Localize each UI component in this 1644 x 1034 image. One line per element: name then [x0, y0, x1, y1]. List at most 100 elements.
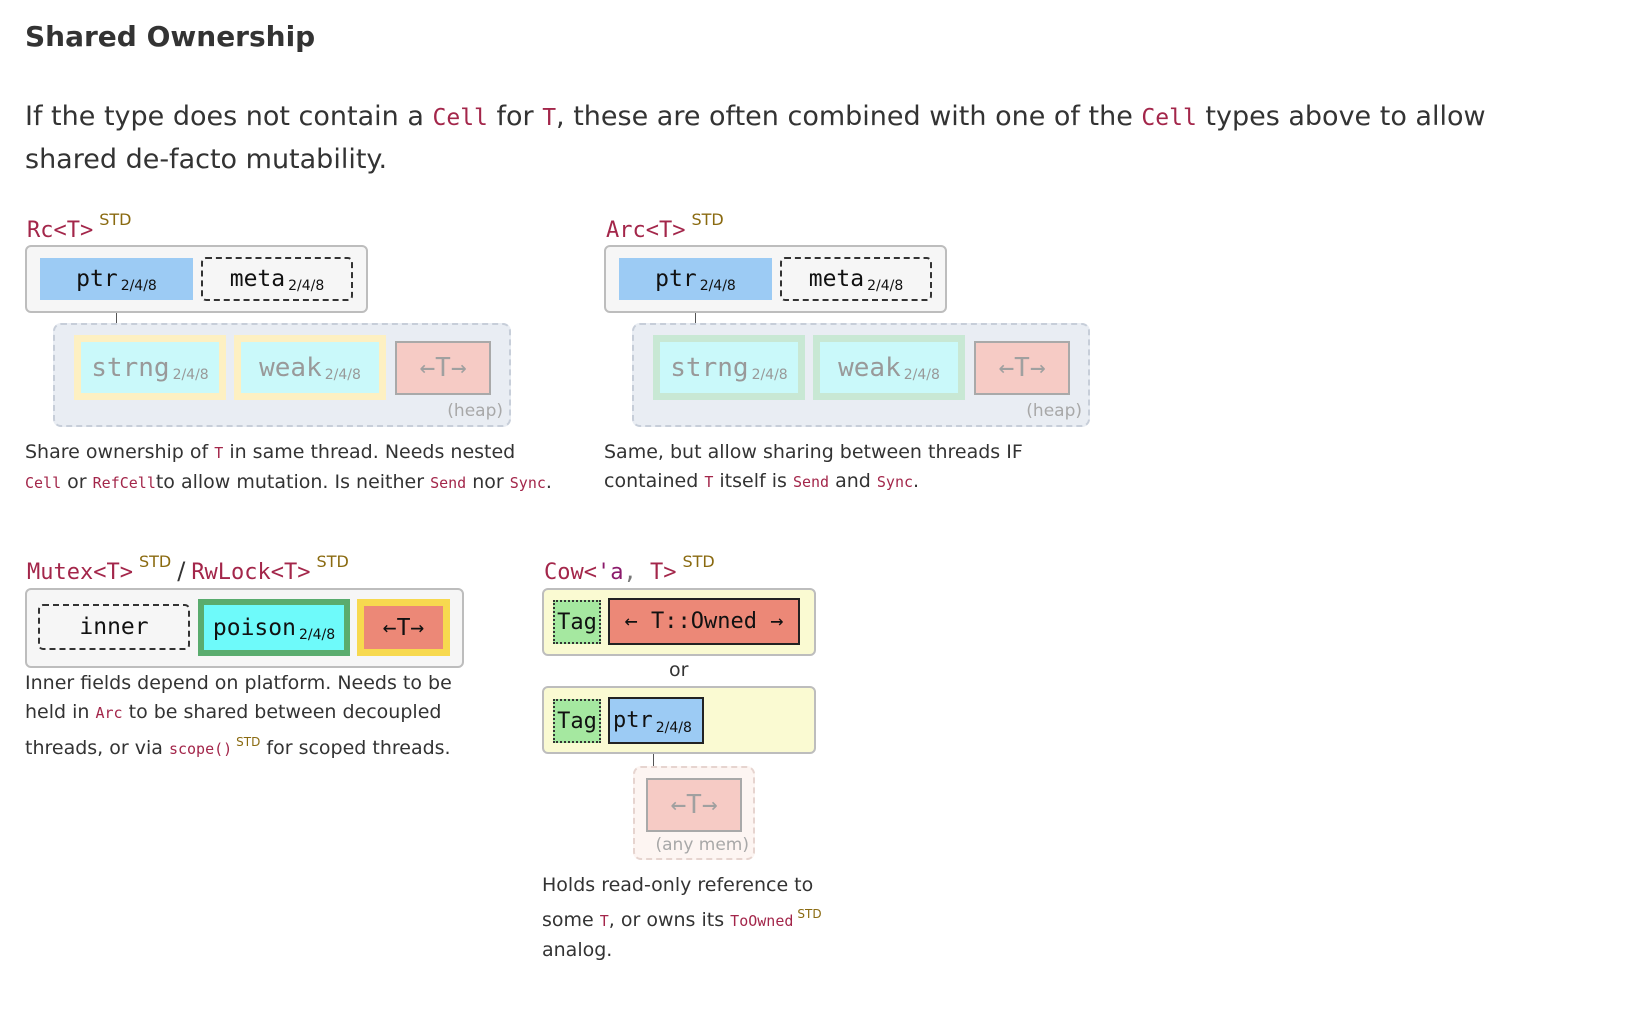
std-badge[interactable]: STD	[797, 907, 821, 921]
cow-lifetime: 'a	[596, 560, 624, 585]
cow-comma: ,	[623, 560, 637, 585]
field-label: meta	[808, 266, 865, 292]
rc-ptr-field: ptr 2/4/8	[40, 258, 193, 300]
code-cell[interactable]: Cell	[25, 474, 61, 492]
cow-or-label: or	[669, 659, 689, 681]
code-send[interactable]: Send	[430, 474, 466, 492]
desc-text: itself is	[713, 470, 793, 492]
any-mem-label: (any mem)	[655, 835, 750, 855]
cow-owned-field: ← T::Owned →	[608, 598, 800, 645]
field-label: ptr	[655, 266, 697, 292]
rc-weak-count: weak 2/4/8	[234, 335, 386, 400]
cow-tag-field: Tag	[553, 699, 601, 743]
intro-paragraph: If the type does not contain a Cell for …	[25, 96, 1585, 181]
rc-t-value: ←T→	[395, 341, 491, 395]
size-label: 2/4/8	[699, 278, 736, 294]
arc-strong-count: strng 2/4/8	[653, 335, 805, 400]
std-badge[interactable]: STD	[99, 210, 131, 229]
field-label: meta	[229, 266, 286, 292]
code-t[interactable]: T	[704, 473, 713, 491]
code-t: T	[542, 105, 557, 131]
field-label: weak	[259, 352, 322, 383]
field-label: poison	[212, 614, 296, 641]
mutex-inner-field: inner	[38, 604, 190, 650]
desc-text: .	[913, 470, 920, 492]
mutex-t-value: ←T→	[357, 599, 450, 656]
arc-meta-field: meta 2/4/8	[780, 257, 932, 301]
code-sync[interactable]: Sync	[877, 473, 913, 491]
field-label: ← T::Owned →	[624, 609, 784, 634]
rc-heading: Rc<T> STD	[27, 210, 131, 243]
desc-text: , or owns its	[608, 909, 731, 931]
size-label: 2/4/8	[172, 366, 209, 383]
field-label: strng	[670, 352, 749, 383]
code-sync[interactable]: Sync	[510, 474, 546, 492]
cow-tag-field: Tag	[553, 600, 601, 644]
arc-description: Same, but allow sharing between threads …	[604, 438, 1104, 497]
size-label: 2/4/8	[655, 719, 692, 736]
heading-separator: /	[177, 557, 186, 585]
code-cell: Cell	[1141, 105, 1197, 131]
rc-heading-text[interactable]: Rc<T>	[27, 218, 93, 243]
desc-text: or	[61, 471, 93, 493]
field-label: Tag	[557, 708, 597, 734]
std-badge[interactable]: STD	[317, 552, 349, 571]
desc-text: .	[545, 471, 552, 493]
size-label: 2/4/8	[903, 366, 940, 383]
desc-text: nor	[466, 471, 510, 493]
intro-text: If the type does not contain a	[25, 101, 433, 132]
t-arrow-label: ←T→	[670, 790, 718, 820]
rc-meta-field: meta 2/4/8	[201, 257, 353, 301]
std-badge[interactable]: STD	[236, 735, 260, 749]
size-label: 2/4/8	[298, 626, 336, 643]
std-badge[interactable]: STD	[691, 210, 723, 229]
rc-strong-count: strng 2/4/8	[74, 335, 226, 400]
std-badge[interactable]: STD	[682, 552, 714, 571]
code-scope[interactable]: scope()	[169, 740, 232, 758]
rwlock-heading-text[interactable]: RwLock<T>	[191, 560, 310, 585]
code-cell: Cell	[432, 105, 488, 131]
code-toowned[interactable]: ToOwned	[730, 912, 793, 930]
field-label: inner	[79, 614, 149, 640]
size-label: 2/4/8	[120, 278, 157, 294]
mutex-poison-field: poison 2/4/8	[198, 599, 350, 656]
size-label: 2/4/8	[324, 366, 361, 383]
size-label: 2/4/8	[288, 278, 325, 294]
mutex-description: Inner fields depend on platform. Needs t…	[25, 669, 465, 764]
field-label: strng	[91, 352, 170, 383]
std-badge[interactable]: STD	[139, 552, 171, 571]
code-refcell[interactable]: RefCell	[93, 474, 156, 492]
heap-label: (heap)	[1026, 401, 1082, 421]
cow-ptr-field: ptr 2/4/8	[608, 697, 704, 744]
cow-t-value: ←T→	[646, 778, 742, 832]
arc-heading: Arc<T> STD	[606, 210, 724, 243]
t-arrow-label: ←T→	[382, 614, 425, 641]
cow-heading-text[interactable]: Cow<'a, T>	[544, 560, 676, 585]
size-label: 2/4/8	[867, 278, 904, 294]
arc-heading-text[interactable]: Arc<T>	[606, 218, 685, 243]
section-title: Shared Ownership	[25, 20, 316, 53]
cow-heading-part: T>	[636, 560, 677, 585]
arc-t-value: ←T→	[974, 341, 1070, 395]
mutex-heading: Mutex<T> STD / RwLock<T> STD	[27, 552, 349, 585]
cow-description: Holds read-only reference to some T, or …	[542, 871, 832, 965]
code-t[interactable]: T	[600, 912, 609, 930]
code-t[interactable]: T	[214, 444, 223, 462]
desc-text: and	[829, 470, 877, 492]
mutex-heading-text[interactable]: Mutex<T>	[27, 560, 133, 585]
desc-text: Share ownership of	[25, 441, 215, 463]
field-label: weak	[838, 352, 901, 383]
arc-ptr-field: ptr 2/4/8	[619, 258, 772, 300]
field-label: ptr	[76, 266, 118, 292]
code-send[interactable]: Send	[793, 473, 829, 491]
rc-description: Share ownership of T in same thread. Nee…	[25, 438, 555, 498]
code-arc[interactable]: Arc	[95, 704, 122, 722]
t-arrow-label: ←T→	[998, 353, 1046, 383]
desc-text: to allow mutation. Is neither	[155, 471, 431, 493]
arc-weak-count: weak 2/4/8	[813, 335, 965, 400]
intro-text: , these are often combined with one of t…	[556, 101, 1142, 132]
t-arrow-label: ←T→	[419, 353, 467, 383]
desc-text: for scoped threads.	[260, 737, 451, 759]
field-label: Tag	[557, 609, 597, 635]
desc-text: analog.	[542, 939, 613, 961]
